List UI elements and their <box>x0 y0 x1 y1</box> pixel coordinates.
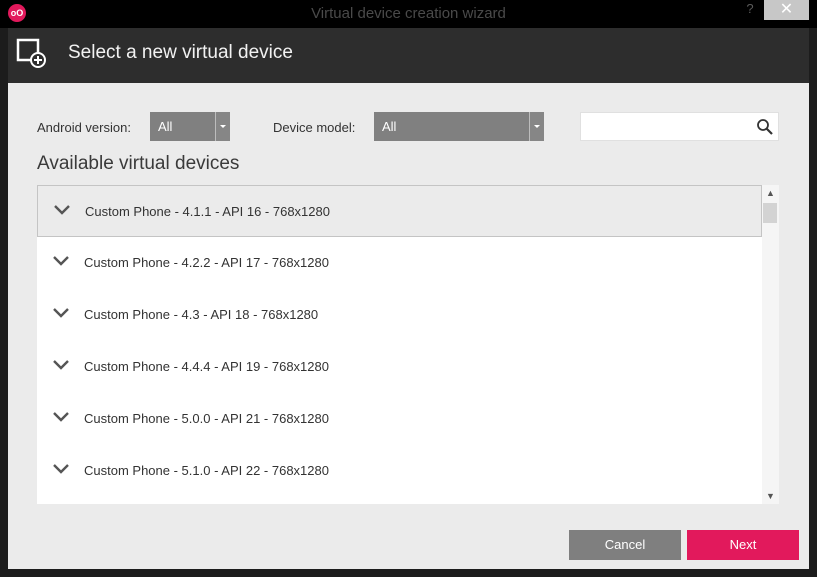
device-name: Custom Phone - 4.1.1 - API 16 - 768x1280 <box>85 204 330 219</box>
scroll-thumb[interactable] <box>763 203 777 223</box>
close-button[interactable]: ✕ <box>764 0 809 20</box>
device-list-items: Custom Phone - 4.1.1 - API 16 - 768x1280… <box>37 185 762 497</box>
page-title: Select a new virtual device <box>68 42 293 63</box>
chevron-down-icon[interactable] <box>54 205 70 215</box>
device-model-select[interactable]: All <box>374 112 544 141</box>
wizard-content: Android version: All Device model: All A… <box>8 83 809 569</box>
android-version-value: All <box>158 119 173 134</box>
device-model-label: Device model: <box>273 120 356 135</box>
chevron-down-icon <box>215 112 230 141</box>
device-name: Custom Phone - 4.3 - API 18 - 768x1280 <box>84 307 319 322</box>
device-name: Custom Phone - 4.4.4 - API 19 - 768x1280 <box>84 359 329 374</box>
chevron-down-icon[interactable] <box>53 360 69 370</box>
chevron-down-icon[interactable] <box>53 308 69 318</box>
search-icon[interactable] <box>756 118 774 136</box>
wizard-header: Select a new virtual device <box>8 28 809 83</box>
android-version-label: Android version: <box>37 120 131 135</box>
chevron-down-icon[interactable] <box>53 256 69 266</box>
next-button[interactable]: Next <box>687 530 799 560</box>
list-item[interactable]: Custom Phone - 5.0.0 - API 21 - 768x1280 <box>37 393 762 445</box>
list-item[interactable]: Custom Phone - 5.1.0 - API 22 - 768x1280 <box>37 445 762 497</box>
chevron-down-icon <box>529 112 544 141</box>
device-list: Custom Phone - 4.1.1 - API 16 - 768x1280… <box>37 185 779 504</box>
title-bar: oO Virtual device creation wizard ? ✕ <box>0 0 817 28</box>
device-name: Custom Phone - 4.2.2 - API 17 - 768x1280 <box>84 255 329 270</box>
list-item[interactable]: Custom Phone - 4.3 - API 18 - 768x1280 <box>37 289 762 341</box>
android-version-select[interactable]: All <box>150 112 230 141</box>
add-device-icon <box>16 38 46 68</box>
list-item[interactable]: Custom Phone - 4.2.2 - API 17 - 768x1280 <box>37 237 762 289</box>
chevron-down-icon[interactable] <box>53 464 69 474</box>
list-item[interactable]: Custom Phone - 4.1.1 - API 16 - 768x1280 <box>37 185 762 237</box>
scroll-up-arrow-icon[interactable]: ▲ <box>762 185 779 201</box>
device-model-value: All <box>382 119 397 134</box>
section-title: Available virtual devices <box>37 153 240 174</box>
window-title: Virtual device creation wizard <box>311 5 506 22</box>
device-name: Custom Phone - 5.1.0 - API 22 - 768x1280 <box>84 463 329 478</box>
device-name: Custom Phone - 5.0.0 - API 21 - 768x1280 <box>84 411 329 426</box>
chevron-down-icon[interactable] <box>53 412 69 422</box>
cancel-button[interactable]: Cancel <box>569 530 681 560</box>
wizard-window: oO Virtual device creation wizard ? ✕ Se… <box>0 0 817 577</box>
list-item[interactable]: Custom Phone - 4.4.4 - API 19 - 768x1280 <box>37 341 762 393</box>
scrollbar[interactable]: ▲ ▼ <box>762 185 779 504</box>
search-input[interactable] <box>580 112 779 141</box>
help-button[interactable]: ? <box>741 0 759 20</box>
scroll-down-arrow-icon[interactable]: ▼ <box>762 488 779 504</box>
